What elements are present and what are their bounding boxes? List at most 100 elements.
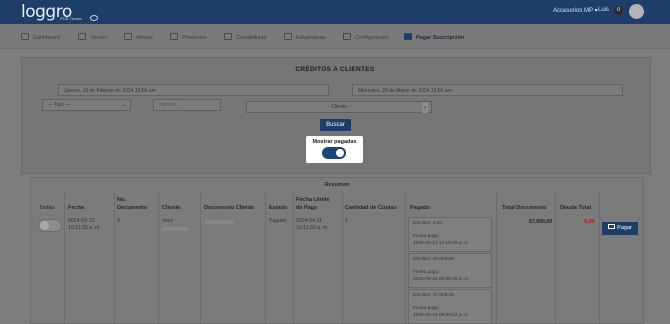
table-caption: Resumen [324,182,350,188]
page-title: CRÉDITOS A CLIENTES [295,66,375,73]
nav-item-dashboard[interactable]: Dashboard [21,33,60,41]
nav-item-contabilidad[interactable]: Contabilidad [224,33,267,41]
cell-cuotas: 1 [345,218,348,224]
nav-label: Vender [90,35,108,41]
app-logo-subtitle: POS Tienda [60,16,82,21]
date-to-input[interactable]: Miércoles, 20 de Marzo de 2024 12:00 am [352,84,623,96]
payment-amount: Efectivo: 17.000,00 [413,293,455,298]
numero-input[interactable]: Número [153,99,221,111]
nav-item-pagar-suscripcion[interactable]: Pagar Suscripción [404,33,464,41]
tipo-select-value: --- Tipo --- [48,102,71,108]
nav-item-vender[interactable]: Vender [78,33,107,41]
cliente-select[interactable]: -- Cliente -- ⌄ [246,101,432,113]
nav-label: Productos [182,35,207,41]
gear-icon [343,33,351,40]
nav-item-configuracion[interactable]: Configuración [343,33,389,41]
column-divider [555,191,556,323]
column-divider [293,191,294,323]
header-documento-cliente: Documento Cliente [204,205,255,211]
cell-numero: 3 [117,218,120,224]
header-total: Total Documento [502,205,547,211]
header-fecha-limite-line1: Fecha Límite [296,197,330,203]
header-numero-line2: Documento [117,204,148,211]
redacted-text [162,227,188,231]
chevron-down-icon: ⌄ [422,102,428,113]
cell-fecha-date: 2024-03-12 [68,218,95,224]
nav-label: Contabilidad [236,35,267,41]
card-icon [608,224,616,229]
chevron-down-icon: ⌄ [121,102,127,108]
dollar-icon [124,33,132,40]
column-divider [496,191,497,323]
nav-label: Estadísticas [296,35,326,41]
store-selector[interactable]: Accesorios MP ▾ [553,7,598,14]
column-divider [158,191,159,323]
nav-label: Configuración [355,35,389,41]
dashboard-icon [21,33,29,40]
header-pagado: Pagado [410,205,430,211]
mostrar-pagadas-panel: Mostrar pagadas [306,136,363,163]
header-cliente: Cliente [162,205,181,211]
cell-fecha: 2024-03-12 10:11:33 a. m. [68,218,101,232]
header-cuotas: Cantidad de Cuotas [345,205,397,211]
header-deuda: Deuda Total [560,205,592,211]
header-todas[interactable]: Todas [39,205,55,213]
date-from-input[interactable]: Jueves, 15 de Febrero de 2024 12:00 am [58,84,329,96]
cell-estado: Pagado [269,218,287,224]
column-divider [342,191,343,323]
pagar-button[interactable]: Pagar [602,222,638,235]
tipo-select[interactable]: --- Tipo --- ⌄ [42,99,131,111]
nav-label: Ventas [136,35,153,41]
main-nav: Dashboard Vender Ventas Productos Contab… [0,24,670,49]
redacted-text [204,220,234,224]
nav-item-productos[interactable]: Productos [170,33,207,41]
cell-cliente: mary [162,218,174,224]
column-divider [599,191,600,323]
header-numero: No. Documento [117,197,147,212]
payment-amount: Efectivo: 0,00 [413,221,443,226]
card-icon [404,33,412,40]
mostrar-pagadas-toggle[interactable] [322,147,346,159]
eye-icon[interactable] [90,15,98,21]
header-numero-line1: No. [117,197,126,203]
payment-amount: Efectivo: 50.000,00 [413,257,455,262]
cart-icon [78,33,86,40]
nav-label: Dashboard [33,35,60,41]
pagar-label: Pagar [617,225,632,231]
header-fecha-limite-line2: de Pago [296,204,318,211]
column-divider [265,191,266,323]
box-icon [170,33,178,40]
cell-fecha-limite: 2024-04-11 10:11:33 a. m. [296,218,329,232]
buscar-button[interactable]: Buscar [320,119,351,131]
user-name[interactable]: Luis [598,7,609,13]
ledger-icon [224,33,232,40]
column-divider [64,191,65,323]
column-divider [200,191,201,323]
header-estado: Estado [269,205,288,211]
toggle-knob [40,221,49,230]
cell-fecha-time: 10:11:33 a. m. [68,225,101,231]
toggle-knob [336,149,344,157]
payment-date: 2024-03-19 09:58:45 a. m. [413,277,470,282]
column-divider [114,191,115,323]
stats-icon [284,33,292,40]
nav-label: Pagar Suscripción [416,35,465,41]
payment-date-label: Fecha pago: [413,270,440,275]
column-divider [405,191,406,323]
avatar[interactable] [629,4,644,19]
payment-date-label: Fecha pago: [413,306,440,311]
cell-deuda: 0,00 [584,219,595,225]
payment-entry: Efectivo: 50.000,00 Fecha pago: 2024-03-… [408,253,492,288]
store-name: Accesorios MP [553,8,593,14]
payment-date-label: Fecha pago: [413,234,440,239]
notification-badge[interactable]: 0 [614,6,623,15]
payment-date: 2024-03-19 09:59:12 a. m. [413,313,470,318]
cliente-select-value: -- Cliente -- [326,104,352,110]
nav-item-ventas[interactable]: Ventas [124,33,153,41]
mostrar-pagadas-label: Mostrar pagadas [312,139,357,145]
cell-total: 67.000,00 [529,219,553,225]
header-fecha-limite: Fecha Límite de Pago [296,197,330,212]
payment-entry: Efectivo: 0,00 Fecha pago: 2024-03-12 10… [408,217,492,252]
row-select-toggle[interactable] [38,219,62,232]
nav-item-estadisticas[interactable]: Estadísticas [284,33,326,41]
